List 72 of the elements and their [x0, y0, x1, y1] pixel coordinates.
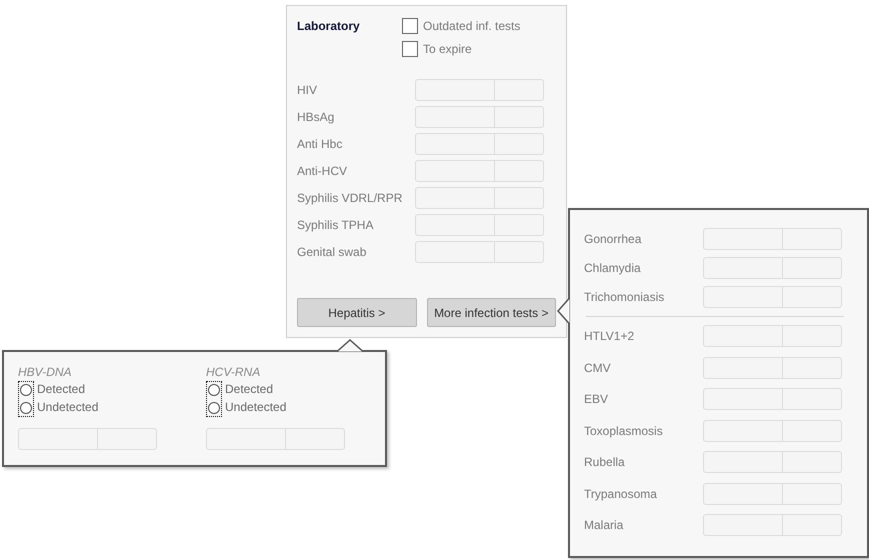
test-label: EBV [584, 392, 610, 406]
test-label: Toxoplasmosis [584, 424, 664, 438]
radio-button[interactable] [208, 402, 220, 414]
input-field[interactable] [783, 356, 842, 378]
checkbox[interactable] [402, 18, 418, 34]
input-field[interactable] [495, 106, 544, 128]
input-field[interactable] [415, 79, 495, 101]
input-field[interactable] [415, 160, 495, 182]
input-field[interactable] [703, 451, 783, 473]
input-field[interactable] [495, 160, 544, 182]
option-label: Undetected [225, 400, 286, 414]
input-field[interactable] [783, 514, 842, 536]
input-field[interactable] [783, 257, 842, 279]
input-field[interactable] [783, 286, 842, 308]
input-field[interactable] [18, 428, 98, 450]
input-field[interactable] [495, 214, 544, 236]
panel-title: Laboratory [297, 18, 361, 34]
input-field[interactable] [703, 228, 783, 250]
test-label: Chlamydia [584, 261, 642, 275]
input-field[interactable] [415, 214, 495, 236]
input-field[interactable] [783, 451, 842, 473]
input-field[interactable] [98, 428, 157, 450]
test-label: CMV [584, 360, 612, 374]
option-label: Undetected [37, 400, 98, 414]
checkbox-label: Outdated inf. tests [423, 19, 520, 33]
input-field[interactable] [703, 286, 783, 308]
test-label: Genital swab [297, 245, 368, 259]
test-label: HTLV1+2 [584, 329, 636, 343]
input-field[interactable] [415, 106, 495, 128]
input-field[interactable] [703, 420, 783, 442]
test-label: Trypanosoma [584, 486, 658, 500]
input-field[interactable] [703, 257, 783, 279]
input-field[interactable] [703, 388, 783, 410]
input-field[interactable] [783, 420, 842, 442]
input-field[interactable] [495, 79, 544, 101]
checkbox[interactable] [402, 41, 418, 57]
input-field[interactable] [783, 228, 842, 250]
input-field[interactable] [415, 187, 495, 209]
test-label: Rubella [584, 455, 626, 469]
option-label: Detected [225, 382, 274, 396]
group-title: HBV-DNA [18, 365, 73, 379]
test-label: HIV [297, 83, 318, 97]
test-label: Syphilis TPHA [297, 218, 374, 232]
test-label: Malaria [584, 518, 624, 532]
radio-button[interactable] [208, 384, 220, 396]
input-field[interactable] [703, 356, 783, 378]
test-label: Anti Hbc [297, 137, 344, 151]
test-label: HBsAg [297, 110, 336, 124]
group-title: HCV-RNA [206, 365, 262, 379]
input-field[interactable] [206, 428, 286, 450]
radio-button[interactable] [20, 384, 32, 396]
checkbox-label: To expire [423, 42, 472, 56]
input-field[interactable] [703, 325, 783, 347]
nav-button[interactable]: Hepatitis > [297, 298, 417, 327]
input-field[interactable] [703, 482, 783, 504]
radio-button[interactable] [20, 402, 32, 414]
test-label: Syphilis VDRL/RPR [297, 191, 404, 205]
nav-button[interactable]: More infection tests > [426, 298, 556, 327]
input-field[interactable] [495, 187, 544, 209]
input-field[interactable] [286, 428, 345, 450]
test-label: Gonorrhea [584, 232, 642, 246]
input-field[interactable] [783, 388, 842, 410]
input-field[interactable] [703, 514, 783, 536]
test-label: Trichomoniasis [584, 290, 666, 304]
input-field[interactable] [495, 241, 544, 263]
test-label: Anti-HCV [297, 164, 348, 178]
input-field[interactable] [415, 133, 495, 155]
input-field[interactable] [495, 133, 544, 155]
input-field[interactable] [415, 241, 495, 263]
option-label: Detected [37, 382, 86, 396]
input-field[interactable] [783, 325, 842, 347]
input-field[interactable] [783, 482, 842, 504]
